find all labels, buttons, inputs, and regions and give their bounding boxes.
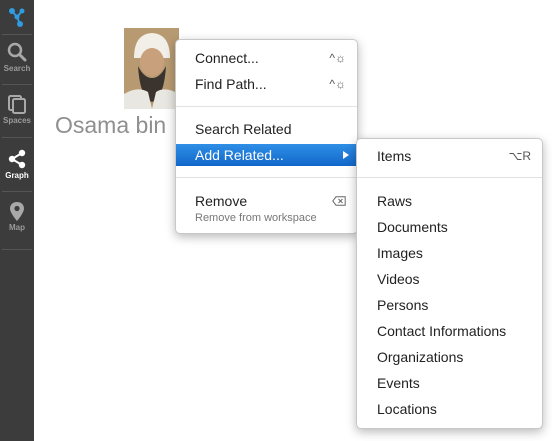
sidebar-divider <box>2 137 32 138</box>
sidebar-item-label: Graph <box>5 171 29 180</box>
menu-item-label: Persons <box>377 297 429 313</box>
submenu-item-contact-informations[interactable]: Contact Informations <box>357 320 542 342</box>
menu-item-label: Add Related... <box>195 147 284 163</box>
menu-item-label: Videos <box>377 271 420 287</box>
add-related-submenu: Items ⌥R Raws Documents Images Videos Pe… <box>356 138 543 429</box>
menu-item-label: Documents <box>377 219 448 235</box>
menu-item-label: Events <box>377 375 420 391</box>
sidebar-divider <box>2 249 32 250</box>
shortcut-label: ^☼ <box>329 51 346 65</box>
menu-item-label: Find Path... <box>195 76 267 92</box>
menu-item-label: Raws <box>377 193 413 209</box>
sidebar-item-search[interactable]: Search <box>0 37 34 81</box>
menu-item-label: Items <box>377 148 412 164</box>
sidebar-divider <box>2 84 32 85</box>
graph-icon <box>8 149 26 169</box>
menu-item-label: Connect... <box>195 50 259 66</box>
node-label[interactable]: Osama bin <box>55 111 166 139</box>
submenu-item-images[interactable]: Images <box>357 242 542 264</box>
sidebar-item-label: Search <box>3 64 31 73</box>
menu-separator <box>357 177 542 178</box>
sidebar-divider <box>2 34 32 35</box>
delete-key-icon <box>332 196 346 206</box>
menu-separator <box>176 177 357 178</box>
menu-item-find-path[interactable]: Find Path... ^☼ <box>176 73 357 95</box>
menu-separator <box>176 106 357 107</box>
shortcut-label: ^☼ <box>329 77 346 91</box>
submenu-item-items[interactable]: Items ⌥R <box>357 145 542 167</box>
submenu-item-organizations[interactable]: Organizations <box>357 346 542 368</box>
menu-item-search-related[interactable]: Search Related <box>176 118 357 140</box>
sidebar-item-label: Spaces <box>2 116 32 125</box>
submenu-item-documents[interactable]: Documents <box>357 216 542 238</box>
submenu-item-persons[interactable]: Persons <box>357 294 542 316</box>
menu-item-remove[interactable]: Remove <box>176 190 357 212</box>
submenu-arrow-icon <box>343 151 349 159</box>
map-pin-icon <box>10 202 24 221</box>
shortcut-label: ⌥R <box>508 149 532 163</box>
sidebar-divider <box>2 191 32 192</box>
menu-item-label: Organizations <box>377 349 464 365</box>
sidebar-item-spaces[interactable]: Spaces <box>0 89 34 133</box>
sidebar-item-map[interactable]: Map <box>0 196 34 240</box>
sidebar-item-graph[interactable]: Graph <box>0 144 34 188</box>
submenu-item-raws[interactable]: Raws <box>357 190 542 212</box>
submenu-item-locations[interactable]: Locations <box>357 398 542 420</box>
menu-item-label: Search Related <box>195 121 292 137</box>
submenu-item-events[interactable]: Events <box>357 372 542 394</box>
left-toolbar: Search Spaces Graph Map <box>0 0 34 441</box>
sidebar-item-label: Map <box>9 223 25 232</box>
spaces-icon <box>8 95 26 114</box>
menu-item-connect[interactable]: Connect... ^☼ <box>176 47 357 69</box>
menu-item-label: Remove <box>195 193 248 209</box>
menu-item-description: Remove from workspace <box>195 212 317 224</box>
app-logo-icon[interactable] <box>0 0 34 34</box>
menu-item-label: Contact Informations <box>377 323 507 339</box>
submenu-item-videos[interactable]: Videos <box>357 268 542 290</box>
menu-item-add-related[interactable]: Add Related... <box>176 144 357 166</box>
menu-item-label: Images <box>377 245 423 261</box>
search-icon <box>7 42 27 62</box>
node-context-menu: Connect... ^☼ Find Path... ^☼ Search Rel… <box>175 39 358 234</box>
node-photo[interactable] <box>124 28 179 109</box>
menu-item-label: Locations <box>377 401 437 417</box>
